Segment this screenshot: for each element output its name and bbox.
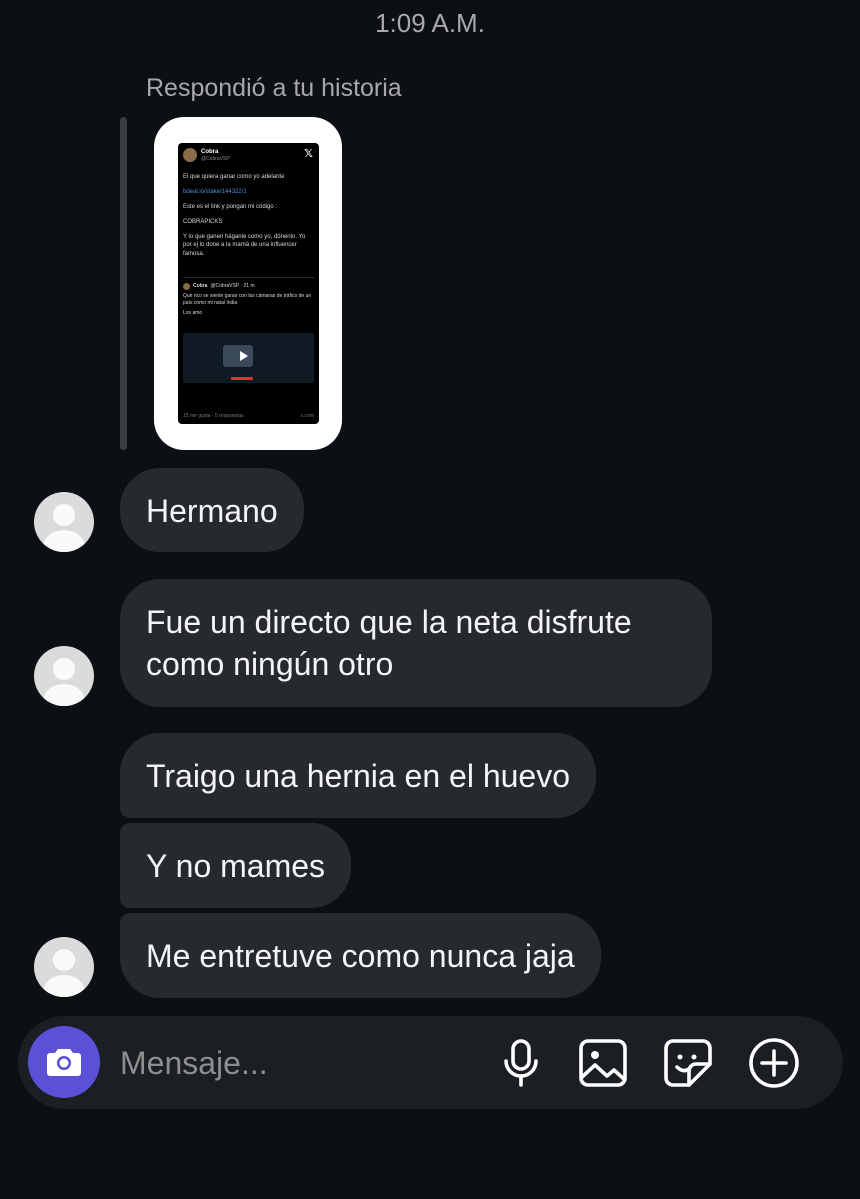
more-options-button[interactable] [747,1036,801,1090]
post-link: bdeal.io/stake/144322/1 [183,189,247,196]
post-author-avatar [183,148,197,163]
post-line: El que quiera ganar como yo adelante [183,174,285,180]
post-body: El que quiera ganar como yo adelante bde… [183,173,314,265]
sender-avatar[interactable] [34,492,94,552]
message-bubble[interactable]: Fue un directo que la neta disfrute como… [120,579,712,707]
x-logo-icon: 𝕏 [304,148,313,160]
post-footer: 15 me gusta · 5 respuestas x.com [183,413,314,420]
post-source: x.com [300,413,314,420]
microphone-button[interactable] [494,1036,548,1090]
quoted-author-handle: @CobraVSP · 21 m [210,283,255,290]
gallery-button[interactable] [576,1036,630,1090]
camera-button[interactable] [28,1026,100,1098]
quoted-author-name: Cobra [193,283,208,290]
play-icon [240,351,248,361]
post-header: Cobra @CobraVSP [183,148,230,163]
quoted-post-video [183,333,314,383]
quoted-post-subtext: Los amo [183,309,203,316]
story-screenshot: Cobra @CobraVSP 𝕏 El que quiera ganar co… [178,143,319,424]
message-composer [18,1016,843,1109]
sticker-button[interactable] [661,1036,715,1090]
quoted-author-avatar [183,283,190,290]
camera-icon [47,1049,81,1076]
post-author-name: Cobra [201,149,219,155]
story-preview[interactable]: Cobra @CobraVSP 𝕏 El que quiera ganar co… [154,117,342,450]
reply-indicator-bar [120,117,127,450]
message-input[interactable] [118,1038,482,1088]
story-reply-label: Respondió a tu historia [146,74,402,102]
sticker-icon [664,1039,712,1087]
quoted-post: Cobra @CobraVSP · 21 m Que rico se sient… [183,277,314,386]
message-bubble[interactable]: Y no mames [120,823,352,908]
gallery-icon [579,1039,627,1087]
microphone-icon [504,1039,538,1087]
sender-avatar[interactable] [34,646,94,706]
post-stats: 15 me gusta · 5 respuestas [183,413,244,420]
quoted-post-text: Que rico se siente ganar con las cámaras… [183,293,312,306]
post-line: COBRAPICKS [183,219,223,226]
message-bubble[interactable]: Hermano [120,468,304,552]
message-timestamp: 1:09 A.M. [375,8,485,38]
post-author-handle: @CobraVSP [201,156,230,163]
message-bubble[interactable]: Traigo una hernia en el huevo [120,733,596,818]
message-bubble[interactable]: Me entretuve como nunca jaja [120,913,601,998]
sender-avatar[interactable] [34,937,94,997]
post-line: Y lo que ganen háganle como yo, dónenlo.… [183,234,306,257]
post-line: Este es el link y pongan mi código : [183,204,278,211]
plus-icon [749,1038,799,1088]
